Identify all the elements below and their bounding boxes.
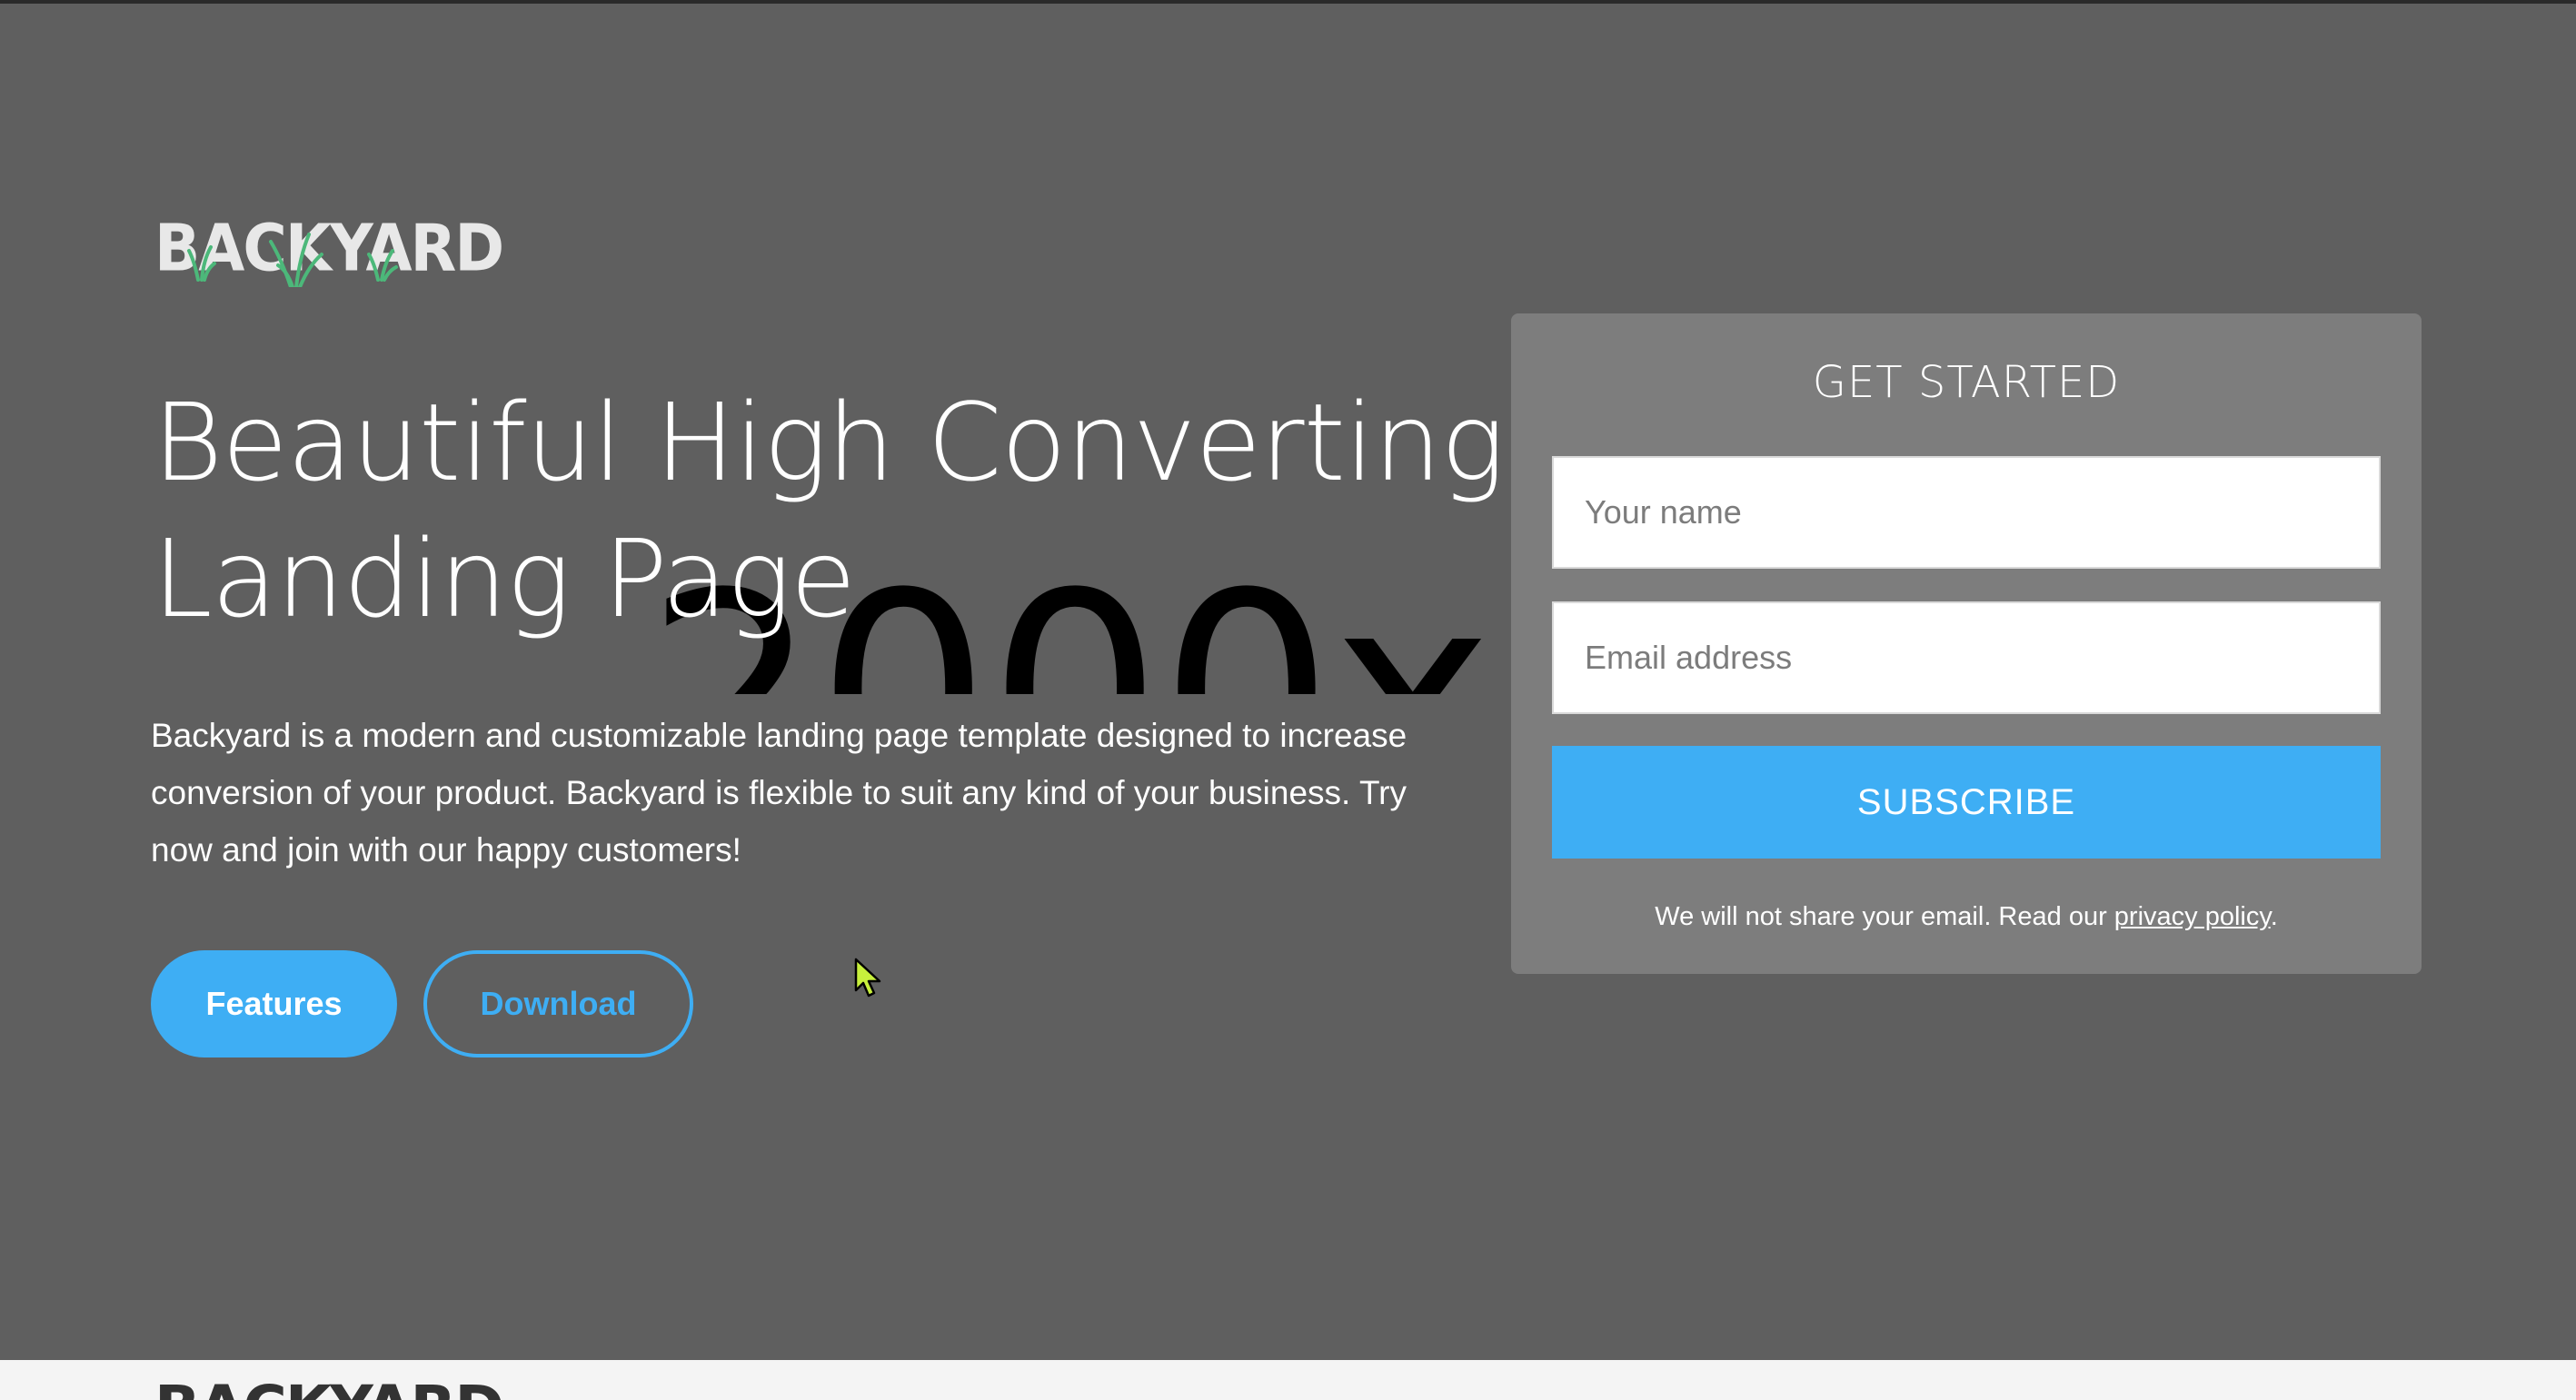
email-input[interactable] xyxy=(1552,601,2381,714)
download-button[interactable]: Download xyxy=(423,950,693,1057)
hero-section: 2000x1333 BACKYARD Beautiful High Conver… xyxy=(0,0,2576,1360)
page-title: Beautiful High Converting Landing Page xyxy=(153,374,1516,647)
signup-form-panel: GET STARTED SUBSCRIBE We will not share … xyxy=(1511,313,2422,974)
page-title-line-1: Beautiful High Converting xyxy=(153,380,1505,505)
privacy-note: We will not share your email. Read our p… xyxy=(1511,902,2422,932)
signup-title: GET STARTED xyxy=(1812,357,2121,408)
mouse-cursor-icon xyxy=(854,958,881,998)
privacy-policy-link[interactable]: privacy policy xyxy=(2114,902,2271,931)
privacy-note-prefix: We will not share your email. Read our xyxy=(1655,902,2114,931)
name-input[interactable] xyxy=(1552,456,2381,569)
hero-description: Backyard is a modern and customizable la… xyxy=(151,717,1407,869)
footer-logo[interactable]: BACKYARD xyxy=(154,1376,504,1400)
page-title-line-2: Landing Page xyxy=(153,516,856,641)
features-button[interactable]: Features xyxy=(151,950,397,1057)
brand-logo[interactable]: BACKYARD xyxy=(154,213,504,287)
subscribe-button[interactable]: SUBSCRIBE xyxy=(1552,746,2381,859)
privacy-note-suffix: . xyxy=(2270,902,2278,931)
grass-icon xyxy=(187,233,398,287)
next-section: BACKYARD xyxy=(0,1360,2576,1400)
